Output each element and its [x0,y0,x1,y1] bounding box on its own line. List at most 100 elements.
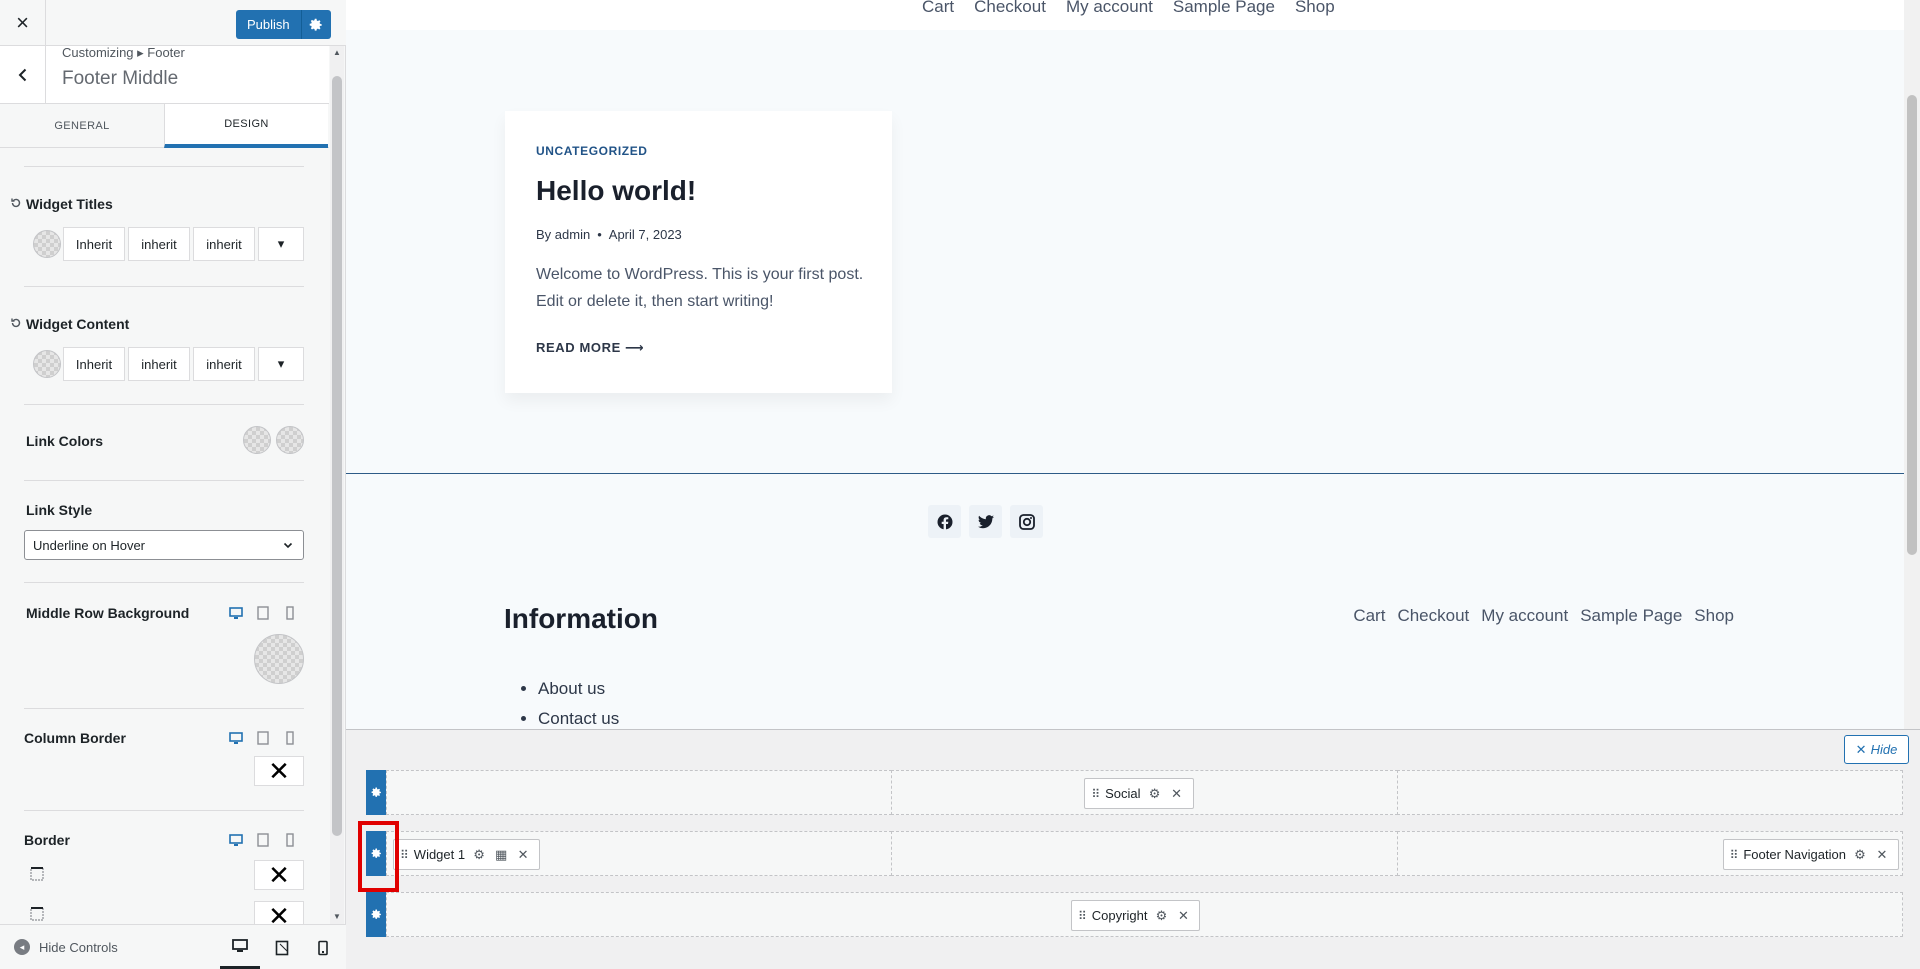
sidebar-scroll-thumb[interactable] [332,76,342,836]
reset-icon[interactable] [10,317,22,329]
drag-handle-icon[interactable]: ⠿ [1730,848,1739,862]
social-item-chip[interactable]: ⠿ Social ⚙ ✕ [1084,778,1194,809]
publish-settings-button[interactable] [300,10,331,39]
top-row-column-1[interactable] [386,770,893,815]
meta-separator: • [597,227,602,242]
middle-row-column-2[interactable] [891,831,1398,876]
nav-link-cart[interactable]: Cart [922,0,954,17]
preview-scroll-thumb[interactable] [1907,95,1917,555]
widget-content-dropdown[interactable]: ▾ [258,347,304,381]
drag-handle-icon[interactable]: ⠿ [1078,909,1087,923]
link-hover-color-swatch[interactable] [276,426,304,454]
edit-widgets-icon[interactable]: ▦ [493,847,509,863]
close-icon[interactable]: ✕ [1169,786,1185,802]
preview-scrollbar[interactable] [1904,0,1920,729]
bottom-row-column[interactable]: ⠿ Copyright ⚙ ✕ [386,892,1903,937]
post-category[interactable]: UNCATEGORIZED [536,144,648,158]
post-title[interactable]: Hello world! [536,175,696,207]
close-customizer-button[interactable]: × [0,0,46,46]
gear-icon[interactable]: ⚙ [1147,786,1163,802]
tablet-icon [275,940,289,955]
scroll-down-arrow[interactable]: ▼ [332,912,342,922]
gear-icon[interactable]: ⚙ [1153,908,1169,924]
desktop-icon[interactable] [228,730,244,746]
top-row-column-2[interactable]: ⠿ Social ⚙ ✕ [891,770,1398,815]
link-color-swatch[interactable] [243,426,271,454]
widget-titles-dropdown[interactable]: ▾ [258,227,304,261]
facebook-link[interactable] [928,505,961,538]
desktop-icon[interactable] [228,605,244,621]
mobile-icon[interactable] [282,605,298,621]
post-date[interactable]: April 7, 2023 [609,227,682,242]
instagram-link[interactable] [1010,505,1043,538]
widget-content-color-swatch[interactable] [33,350,61,378]
twitter-link[interactable] [969,505,1002,538]
footer-bottom-row: ⠿ Copyright ⚙ ✕ [366,892,1903,937]
widget-content-size[interactable]: inherit [128,347,190,381]
list-item[interactable]: Contact us [538,704,619,729]
preview-tablet-button[interactable] [262,925,302,969]
border-bottom-none-button[interactable]: ✕ [254,901,304,924]
preview-mobile-button[interactable] [303,925,343,969]
nav-link-checkout[interactable]: Checkout [974,0,1046,17]
widget-titles-size[interactable]: inherit [128,227,190,261]
publish-button[interactable]: Publish [236,10,301,39]
reset-icon[interactable] [10,197,22,209]
widget-1-item-chip[interactable]: ⠿ Widget 1 ⚙ ▦ ✕ [393,839,541,870]
footer-link-shop[interactable]: Shop [1694,606,1734,626]
mobile-icon[interactable] [282,832,298,848]
gear-icon [371,787,381,797]
footer-link-checkout[interactable]: Checkout [1397,606,1469,626]
widget-titles-label: Widget Titles [26,196,113,212]
post-author[interactable]: admin [555,227,590,242]
tablet-icon[interactable] [255,832,271,848]
copyright-item-chip[interactable]: ⠿ Copyright ⚙ ✕ [1071,900,1201,931]
footer-link-my-account[interactable]: My account [1481,606,1568,626]
middle-row-column-1[interactable]: ⠿ Widget 1 ⚙ ▦ ✕ [386,831,893,876]
tablet-icon[interactable] [255,605,271,621]
widget-1-item-label: Widget 1 [413,847,466,862]
hide-builder-button[interactable]: ✕ Hide [1844,735,1909,764]
link-style-select[interactable]: Underline on Hover [24,530,304,560]
gear-icon[interactable]: ⚙ [1852,847,1868,863]
middle-row-column-3[interactable]: ⠿ Footer Navigation ⚙ ✕ [1396,831,1903,876]
tab-design[interactable]: DESIGN [164,104,328,148]
nav-link-my-account[interactable]: My account [1066,0,1153,17]
scroll-up-arrow[interactable]: ▲ [332,48,342,58]
widget-content-line-height[interactable]: inherit [193,347,255,381]
desktop-icon[interactable] [228,832,244,848]
footer-link-cart[interactable]: Cart [1353,606,1385,626]
nav-link-sample-page[interactable]: Sample Page [1173,0,1275,17]
footer-link-sample-page[interactable]: Sample Page [1580,606,1682,626]
read-more-link[interactable]: READ MORE ⟶ [536,340,644,356]
top-row-column-3[interactable] [1396,770,1903,815]
site-preview: Cart Checkout My account Sample Page Sho… [346,0,1920,729]
widget-titles-font[interactable]: Inherit [63,227,125,261]
desktop-icon [232,938,248,952]
bottom-row-settings-button[interactable] [366,892,386,937]
back-button[interactable] [0,46,46,104]
close-icon[interactable]: ✕ [515,847,531,863]
sidebar-scrollbar[interactable]: ▲ ▼ [330,46,344,924]
tab-general[interactable]: GENERAL [0,104,164,148]
list-item[interactable]: About us [538,674,619,704]
preview-desktop-button[interactable] [220,925,260,969]
footer-navigation-item-chip[interactable]: ⠿ Footer Navigation ⚙ ✕ [1722,839,1899,870]
close-icon[interactable]: ✕ [1175,908,1191,924]
tablet-icon[interactable] [255,730,271,746]
widget-titles-line-height[interactable]: inherit [193,227,255,261]
column-border-none-button[interactable]: ✕ [254,756,304,786]
top-row-settings-button[interactable] [366,770,386,815]
close-icon[interactable]: ✕ [1874,847,1890,863]
hide-controls-button[interactable]: ◂ Hide Controls [14,939,118,955]
widget-titles-color-swatch[interactable] [33,230,61,258]
widget-content-font[interactable]: Inherit [63,347,125,381]
section-header: Customizing ▸ Footer Footer Middle [0,46,329,104]
border-top-none-button[interactable]: ✕ [254,860,304,890]
mobile-icon[interactable] [282,730,298,746]
gear-icon[interactable]: ⚙ [471,847,487,863]
drag-handle-icon[interactable]: ⠿ [1091,787,1100,801]
drag-handle-icon[interactable]: ⠿ [400,848,409,862]
middle-row-background-swatch[interactable] [254,634,304,684]
nav-link-shop[interactable]: Shop [1295,0,1335,17]
